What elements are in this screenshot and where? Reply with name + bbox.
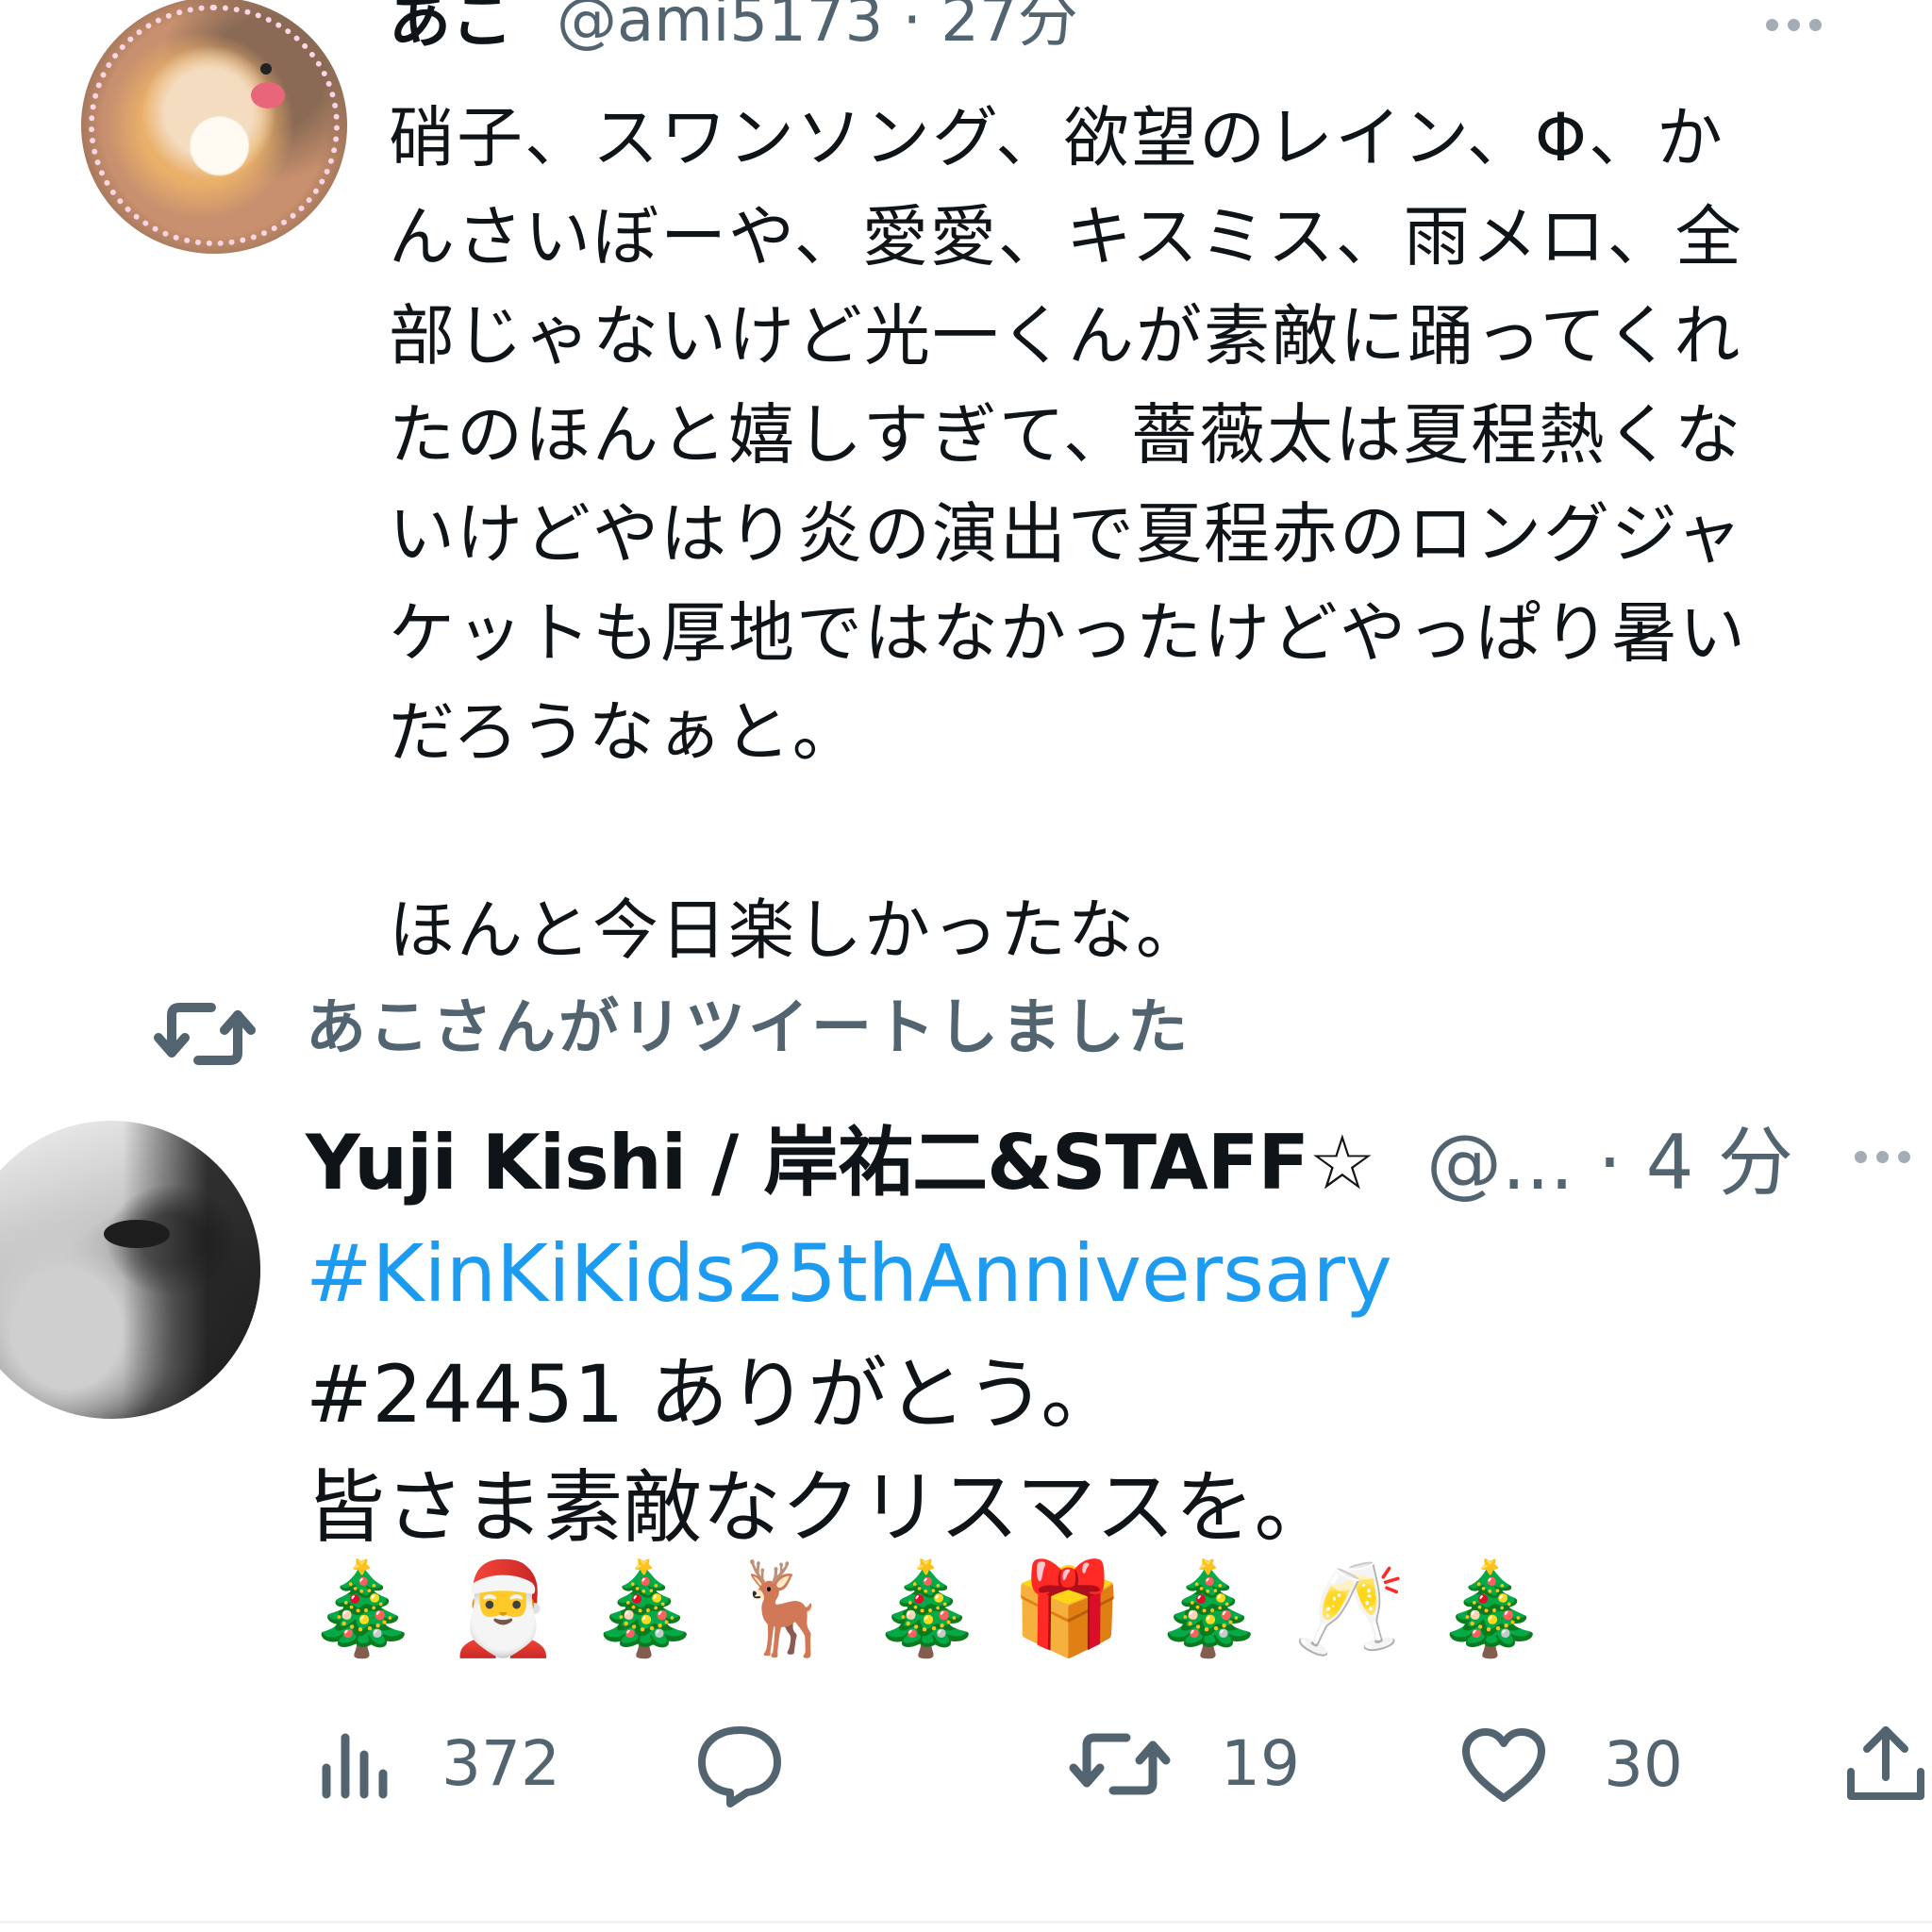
like-icon xyxy=(1462,1728,1545,1802)
more-dots-icon[interactable] xyxy=(1766,19,1822,31)
retweeted-by-label[interactable]: あこさんがリツイートしました xyxy=(306,991,1191,1066)
tweet2-handle-time[interactable]: @... · 4 分 xyxy=(1426,1116,1793,1210)
tweet1-closing-line: ほんと今日楽しかったな。 xyxy=(389,891,1204,969)
share-button[interactable] xyxy=(1843,1721,1928,1806)
hashtag-link[interactable]: #KinKiKids25thAnniversary xyxy=(306,1226,1392,1321)
tweet2-line: #24451 ありがとう。 xyxy=(306,1348,1121,1441)
tweet2-body: #24451 ありがとう。 皆さま素敵なクリスマスを。 xyxy=(306,1338,1909,1564)
retweet-icon xyxy=(1069,1733,1171,1795)
avatar-yuji-kishi[interactable] xyxy=(0,1121,260,1419)
retweet-button[interactable]: 19 xyxy=(1068,1726,1300,1802)
tweet1-body: 硝子、スワンソング、欲望のレイン、Φ、か んさいぼーや、愛愛、キスミス、雨メロ、… xyxy=(389,89,1841,980)
emoji-line: 🎄🎅🎄🦌🎄🎁🎄🥂🎄 xyxy=(306,1556,1575,1661)
avatar-eye xyxy=(104,1220,170,1248)
reply-icon xyxy=(698,1726,781,1807)
retweet-icon xyxy=(153,996,257,1075)
tweet1-line: んさいぼーや、愛愛、キスミス、雨メロ、全 xyxy=(389,198,1743,275)
tweet1-handle-time[interactable]: @ami5173 · 27分 xyxy=(557,0,1078,58)
views-count: 372 xyxy=(441,1727,560,1800)
views-icon xyxy=(322,1733,388,1799)
tweet1-line: いけどやはり炎の演出で夏程赤のロングジャ xyxy=(389,495,1744,573)
avatar-frame xyxy=(89,5,340,246)
retweet-count: 19 xyxy=(1221,1727,1300,1800)
tweet1-line: 部じゃないけど光一くんが素敵に踊ってくれ xyxy=(389,297,1742,375)
like-button[interactable]: 30 xyxy=(1458,1724,1683,1806)
tweet1-line: 硝子、スワンソング、欲望のレイン、Φ、か xyxy=(389,99,1724,176)
tweet1-line: だろうなぁと。 xyxy=(389,693,860,771)
avatar-eye xyxy=(260,63,272,75)
tweet1-line: ケットも厚地ではなかったけどやっぱり暑い xyxy=(389,594,1747,672)
like-count: 30 xyxy=(1604,1728,1683,1801)
avatar-shadow xyxy=(123,1121,260,1419)
avatar-ako[interactable] xyxy=(81,0,347,254)
reply-button[interactable] xyxy=(694,1723,785,1809)
avatar-tongue xyxy=(251,82,285,108)
views-button[interactable]: 372 xyxy=(317,1726,560,1802)
tweet-divider xyxy=(0,1921,1932,1924)
tweet1-display-name[interactable]: あこ xyxy=(389,0,513,58)
tweet2-display-name[interactable]: Yuji Kishi / 岸祐二&STAFF☆ xyxy=(306,1116,1376,1210)
more-dots-icon[interactable] xyxy=(1855,1151,1910,1163)
tweet-action-bar: 372 19 30 xyxy=(0,1717,1932,1811)
tweet1-line: たのほんと嬉しすぎて、薔薇太は夏程熱くな xyxy=(389,396,1743,474)
share-icon xyxy=(1847,1726,1924,1800)
